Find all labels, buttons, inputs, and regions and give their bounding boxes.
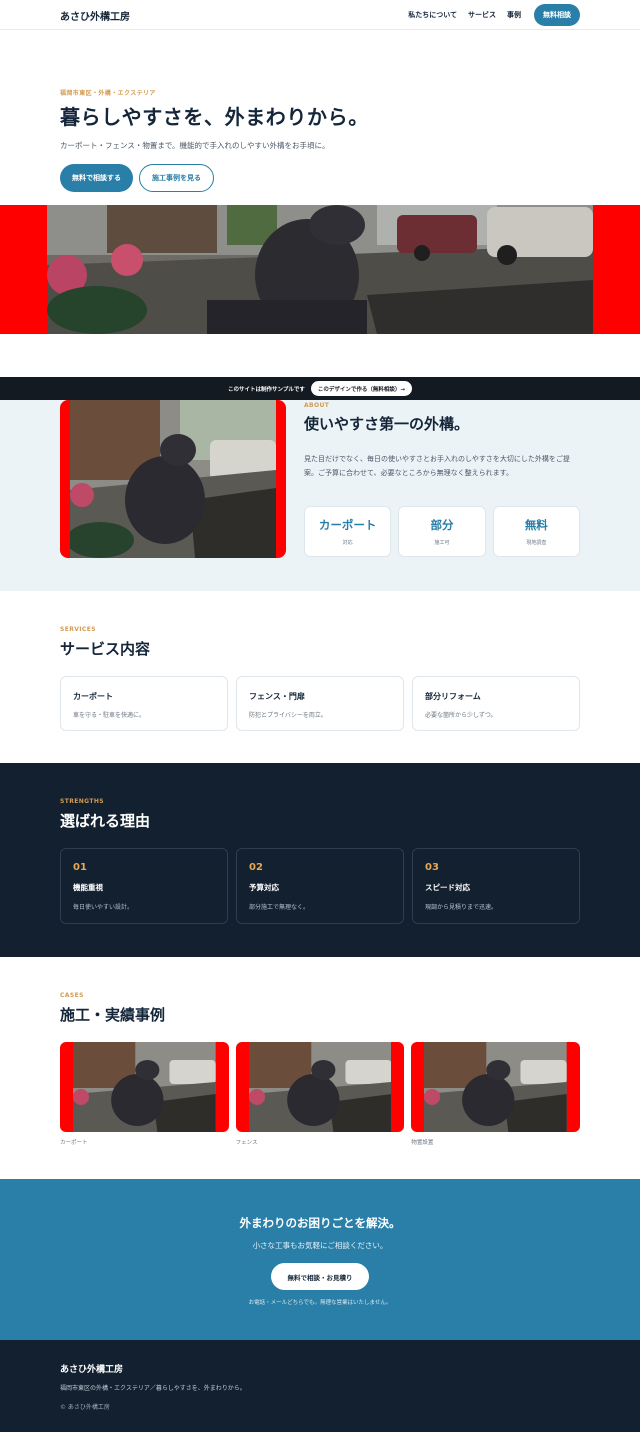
- service-card-title: フェンス・門扉: [249, 692, 305, 701]
- strengths-cards: 01 機能重視 毎日使いやすい設計。 02 予算対応 部分施工で無理なく。 03…: [60, 848, 580, 924]
- about-photo: [70, 400, 276, 558]
- case-label: フェンス: [235, 1140, 258, 1146]
- about-stats: カーポート 対応 部分 施工可 無料 現地調査: [304, 506, 580, 557]
- nav-link-services[interactable]: サービス: [468, 10, 496, 20]
- cases-title: 施工・実績事例: [60, 1006, 166, 1024]
- hero-consult-button[interactable]: 無料で相談する: [60, 164, 133, 192]
- case-image[interactable]: [60, 1042, 229, 1132]
- case-image[interactable]: [235, 1042, 405, 1132]
- about-image: [60, 400, 286, 558]
- footer-description: 福岡市東区の外構・エクステリア／暮らしやすさを、外まわりから。: [60, 1385, 246, 1392]
- hero-title: 暮らしやすさを、外まわりから。: [60, 105, 369, 129]
- strength-title: スピード対応: [425, 883, 470, 892]
- service-card-desc: 必要な箇所から少しずつ。: [425, 712, 497, 719]
- about-title: 使いやすさ第一の外構。: [304, 415, 470, 433]
- hero-subtitle: カーポート・フェンス・物置まで。機能的で手入れのしやすい外構をお手頃に。: [60, 141, 330, 150]
- about-description: 見た目だけでなく、毎日の使いやすさとお手入れのしやすさを大切にした外構をご提案。…: [304, 455, 570, 477]
- site-logo[interactable]: あさひ外構工房: [60, 8, 130, 23]
- hero-eyebrow: 福岡市東区・外構・エクステリア: [60, 90, 156, 97]
- service-card-desc: 車を守る・駐車を快適に。: [73, 712, 146, 719]
- stat-carport: カーポート 対応: [304, 506, 392, 557]
- case-item[interactable]: カーポート: [60, 1042, 229, 1146]
- cases-grid: カーポート フェンス 物置設置: [60, 1042, 581, 1146]
- services-cards: カーポート 車を守る・駐車を快適に。 フェンス・門扉 防犯とプライバシーを両立。…: [60, 676, 580, 731]
- stat-value: 部分: [430, 518, 454, 532]
- strength-title: 機能重視: [73, 883, 103, 892]
- cases-eyebrow: CASES: [60, 992, 84, 999]
- strength-card: 02 予算対応 部分施工で無理なく。: [236, 848, 404, 924]
- main-nav: 私たちについて サービス 事例 無料相談: [408, 4, 580, 26]
- site-footer: あさひ外構工房 福岡市東区の外構・エクステリア／暮らしやすさを、外まわりから。 …: [0, 1340, 640, 1432]
- strengths-title: 選ばれる理由: [60, 812, 151, 830]
- strength-number: 02: [249, 862, 263, 873]
- hero-photo: [47, 205, 593, 334]
- about-section: ABOUT 使いやすさ第一の外構。 見た目だけでなく、毎日の使いやすさとお手入れ…: [0, 400, 640, 591]
- stat-partial: 部分 施工可: [398, 506, 486, 557]
- strengths-section: STRENGTHS 選ばれる理由 01 機能重視 毎日使いやすい設計。 02 予…: [0, 763, 640, 957]
- case-item[interactable]: フェンス: [235, 1042, 405, 1146]
- footer-copyright: © あさひ外構工房: [60, 1404, 110, 1411]
- strength-number: 03: [425, 862, 439, 873]
- cta-subtitle: 小さな工事もお気軽にご相談ください。: [252, 1241, 388, 1250]
- hero-banner: [0, 205, 640, 334]
- hero-cases-button[interactable]: 施工事例を見る: [139, 164, 214, 192]
- service-card: フェンス・門扉 防犯とプライバシーを両立。: [236, 676, 404, 731]
- strength-desc: 毎日使いやすい設計。: [73, 904, 134, 911]
- strength-card: 03 スピード対応 現調から見積りまで迅速。: [412, 848, 580, 924]
- nav-link-about[interactable]: 私たちについて: [408, 10, 457, 20]
- services-eyebrow: SERVICES: [60, 626, 96, 633]
- sample-create-button[interactable]: このデザインで作る（無料相談）→: [310, 381, 412, 396]
- cta-consult-button[interactable]: 無料で相談・お見積り: [271, 1263, 369, 1290]
- site-header: あさひ外構工房 私たちについて サービス 事例 無料相談: [0, 0, 640, 30]
- stat-label: 施工可: [434, 540, 450, 546]
- strength-desc: 現調から見積りまで迅速。: [425, 904, 498, 911]
- hero-section: 福岡市東区・外構・エクステリア 暮らしやすさを、外まわりから。 カーポート・フェ…: [0, 30, 640, 205]
- stat-value: 無料: [524, 518, 548, 532]
- strength-card: 01 機能重視 毎日使いやすい設計。: [60, 848, 228, 924]
- cta-section: 外まわりのお困りごとを解決。 小さな工事もお気軽にご相談ください。 無料で相談・…: [0, 1179, 640, 1340]
- header-consult-button[interactable]: 無料相談: [534, 4, 580, 26]
- sample-notice-text: このサイトは制作サンプルです: [228, 386, 305, 393]
- stat-free: 無料 現地調査: [492, 506, 580, 557]
- service-card: 部分リフォーム 必要な箇所から少しずつ。: [412, 676, 580, 731]
- stat-label: 現地調査: [526, 540, 547, 546]
- strength-number: 01: [73, 862, 87, 873]
- service-card-title: 部分リフォーム: [425, 692, 481, 701]
- stat-value: カーポート: [318, 518, 377, 532]
- cases-section: CASES 施工・実績事例 カーポート フェンス 物置設置: [0, 957, 640, 1179]
- cta-note: お電話・メールどちらでも。無理な営業はいたしません。: [248, 1300, 392, 1306]
- service-card-title: カーポート: [73, 692, 113, 701]
- nav-link-cases[interactable]: 事例: [507, 10, 521, 20]
- sample-notice-bar: このサイトは制作サンプルです このデザインで作る（無料相談）→: [0, 377, 640, 400]
- cta-title: 外まわりのお困りごとを解決。: [239, 1216, 401, 1230]
- services-title: サービス内容: [60, 640, 151, 658]
- case-item[interactable]: 物置設置: [411, 1042, 581, 1146]
- service-card: カーポート 車を守る・駐車を快適に。: [60, 676, 228, 731]
- case-label: 物置設置: [411, 1140, 434, 1146]
- footer-logo: あさひ外構工房: [60, 1365, 124, 1375]
- services-section: SERVICES サービス内容 カーポート 車を守る・駐車を快適に。 フェンス・…: [0, 591, 640, 763]
- stat-label: 対応: [342, 540, 353, 546]
- case-label: カーポート: [60, 1140, 88, 1146]
- strength-title: 予算対応: [249, 883, 279, 892]
- case-image[interactable]: [411, 1042, 581, 1132]
- service-card-desc: 防犯とプライバシーを両立。: [249, 712, 327, 719]
- strengths-eyebrow: STRENGTHS: [60, 798, 105, 805]
- strength-desc: 部分施工で無理なく。: [249, 904, 310, 911]
- about-eyebrow: ABOUT: [304, 402, 330, 409]
- hero-buttons: 無料で相談する 施工事例を見る: [60, 164, 214, 192]
